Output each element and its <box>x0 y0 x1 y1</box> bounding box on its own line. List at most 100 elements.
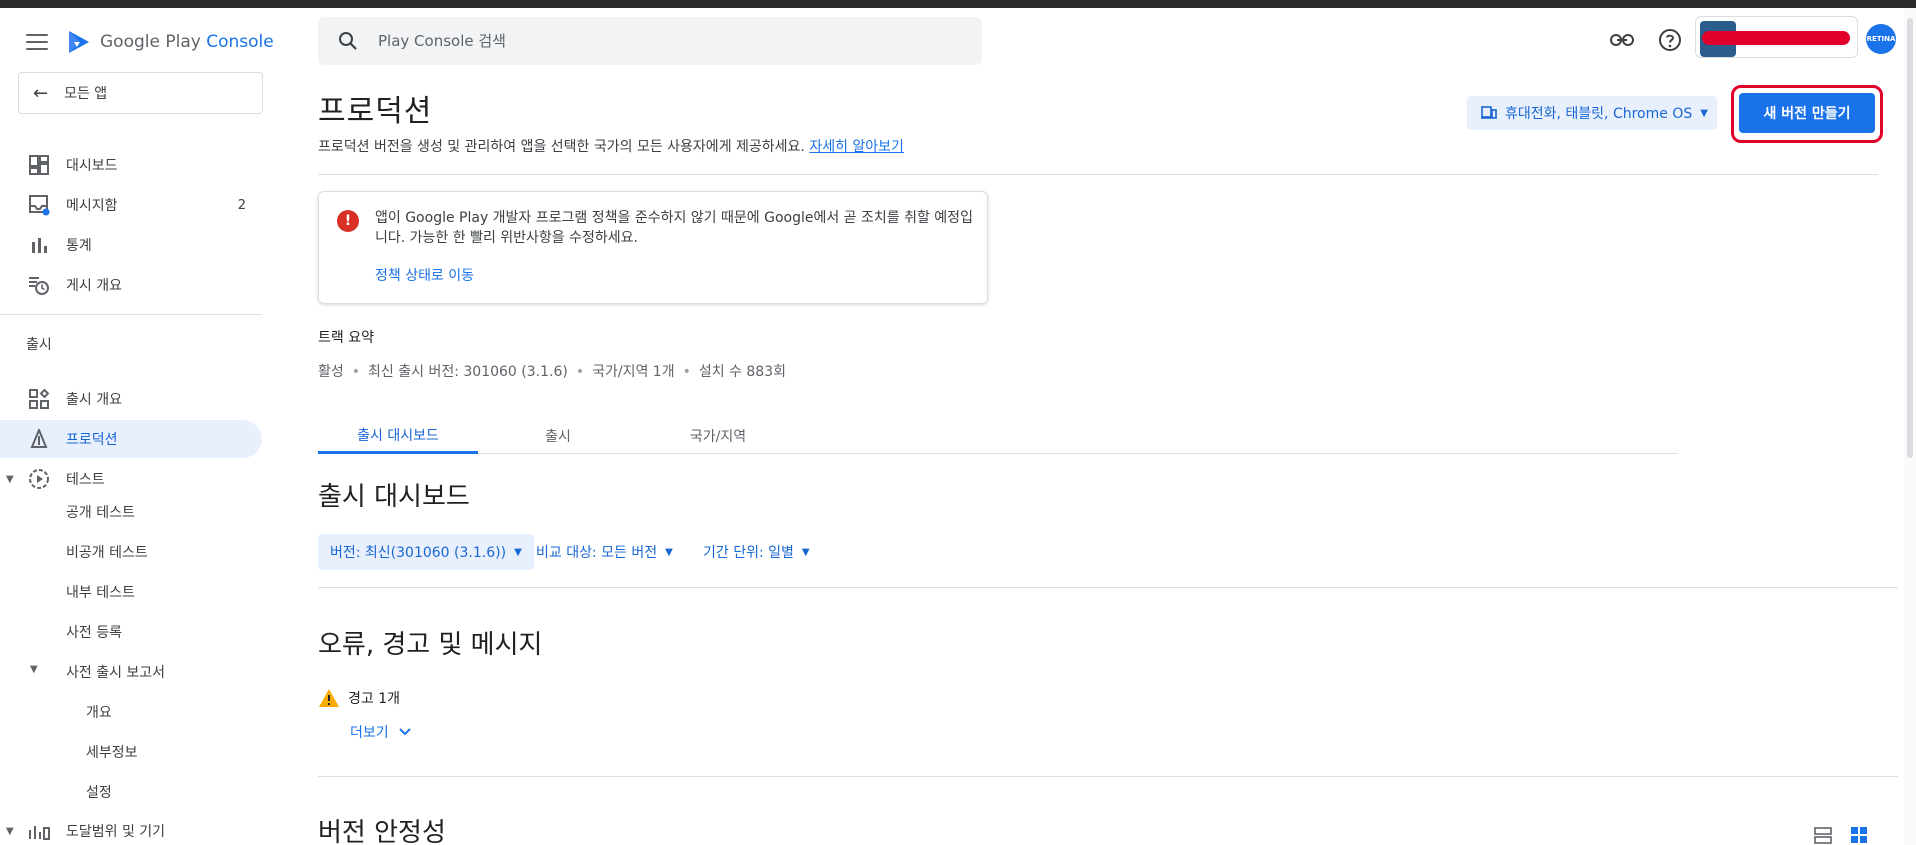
redacted-account-name <box>1702 31 1850 45</box>
sidebar-item-publishing-overview[interactable]: 게시 개요 <box>0 266 262 304</box>
tab-bar: 출시 대시보드 출시 국가/지역 <box>318 418 1678 454</box>
warning-count: 경고 1개 <box>348 691 400 707</box>
page-description: 프로덕션 버전을 생성 및 관리하여 앱을 선택한 국가의 모든 사용자에게 제… <box>318 136 904 156</box>
compare-filter-dropdown[interactable]: 비교 대상: 모든 버전 ▼ <box>536 534 673 570</box>
profile-avatar[interactable]: RETINA <box>1866 24 1896 54</box>
all-apps-label: 모든 앱 <box>64 86 108 102</box>
warning-icon <box>319 689 339 707</box>
reach-devices-icon <box>28 820 50 842</box>
sidebar-item-reach-devices[interactable]: ▼ 도달범위 및 기기 <box>0 812 262 845</box>
device-filter-label: 휴대전화, 태블릿, Chrome OS <box>1505 106 1693 122</box>
expand-caret-icon[interactable]: ▼ <box>6 826 14 837</box>
menu-icon[interactable] <box>26 34 48 50</box>
page-title: 프로덕션 <box>318 94 433 129</box>
chevron-down-icon <box>398 728 411 736</box>
dropdown-caret-icon: ▼ <box>665 546 673 558</box>
inbox-count: 2 <box>237 197 246 213</box>
sidebar-item-prelaunch-overview[interactable]: 개요 <box>86 702 112 722</box>
compare-filter-label: 비교 대상: 모든 버전 <box>536 545 658 561</box>
scrollbar-thumb[interactable] <box>1907 18 1913 458</box>
inbox-icon <box>28 194 50 216</box>
sidebar-item-label: 게시 개요 <box>66 278 122 294</box>
install-count: 설치 수 883회 <box>698 364 786 380</box>
sidebar-item-release-overview[interactable]: 출시 개요 <box>0 380 262 418</box>
tab-countries[interactable]: 국가/지역 <box>638 418 798 454</box>
account-switcher[interactable] <box>1695 16 1858 58</box>
window-top-strip <box>0 0 1916 8</box>
warning-summary: 경고 1개 <box>318 688 400 708</box>
track-status: 활성 <box>318 364 344 380</box>
search-input[interactable] <box>378 32 938 50</box>
show-more-button[interactable]: 더보기 <box>350 722 411 742</box>
header-divider <box>318 174 1878 175</box>
search-bar[interactable] <box>318 17 982 65</box>
tab-releases[interactable]: 출시 <box>478 418 638 454</box>
sidebar-item-label: 도달범위 및 기기 <box>66 824 166 840</box>
expand-caret-icon[interactable]: ▼ <box>6 474 14 485</box>
version-filter-dropdown[interactable]: 버전: 최신(301060 (3.1.6)) ▼ <box>318 534 534 570</box>
sidebar-item-open-testing[interactable]: 공개 테스트 <box>66 502 135 522</box>
sidebar-item-statistics[interactable]: 통계 <box>0 226 262 264</box>
brand: Google Play Console <box>26 28 274 56</box>
sidebar-item-inbox[interactable]: 메시지함 2 <box>0 186 262 224</box>
section-divider <box>318 587 1898 588</box>
create-new-release-button[interactable]: 새 버전 만들기 <box>1739 93 1875 133</box>
bar-chart-icon <box>28 234 50 256</box>
help-icon[interactable] <box>1656 26 1684 54</box>
show-more-label: 더보기 <box>350 725 389 741</box>
learn-more-link[interactable]: 자세히 알아보기 <box>809 139 904 155</box>
sidebar-item-testing[interactable]: ▼ 테스트 <box>0 460 262 498</box>
sidebar-item-internal-testing[interactable]: 내부 테스트 <box>66 582 135 602</box>
sidebar-item-label: 대시보드 <box>66 158 118 174</box>
countries-count: 국가/지역 1개 <box>592 364 675 380</box>
sidebar-item-label: 메시지함 <box>66 198 118 214</box>
sidebar-item-label: 테스트 <box>66 472 105 488</box>
dropdown-caret-icon: ▼ <box>514 546 522 558</box>
release-dashboard-title: 출시 대시보드 <box>318 482 470 512</box>
list-view-icon[interactable] <box>1814 826 1832 844</box>
period-filter-label: 기간 단위: 일별 <box>703 545 794 561</box>
grid-view-icon[interactable] <box>1850 826 1868 844</box>
sidebar-item-label: 출시 개요 <box>66 392 122 408</box>
publishing-overview-icon <box>28 274 50 296</box>
sidebar-item-label: 통계 <box>66 238 92 254</box>
brand-name[interactable]: Google Play Console <box>100 32 274 52</box>
devices-icon <box>1481 106 1497 119</box>
page-scrollbar[interactable] <box>1904 8 1916 845</box>
sidebar-item-closed-testing[interactable]: 비공개 테스트 <box>66 542 148 562</box>
sidebar-item-prelaunch-details[interactable]: 세부정보 <box>86 742 138 762</box>
testing-icon <box>28 468 50 490</box>
sidebar: Google Play Console ← 모든 앱 대시보드 메시지함 2 통… <box>0 8 280 845</box>
link-icon[interactable] <box>1608 26 1636 54</box>
period-filter-dropdown[interactable]: 기간 단위: 일별 ▼ <box>703 534 810 570</box>
search-icon <box>339 32 357 50</box>
section-divider <box>318 776 1898 777</box>
sidebar-divider <box>0 314 262 315</box>
play-console-logo[interactable] <box>66 29 92 55</box>
sidebar-item-prelaunch-settings[interactable]: 설정 <box>86 782 112 802</box>
sidebar-item-pre-registration[interactable]: 사전 등록 <box>66 622 122 642</box>
release-overview-icon <box>28 388 50 410</box>
dropdown-caret-icon: ▼ <box>801 546 810 558</box>
sidebar-item-production[interactable]: 프로덕션 <box>0 420 262 458</box>
production-icon <box>28 428 50 450</box>
policy-alert-card: ! 앱이 Google Play 개발자 프로그램 정책을 준수하지 않기 때문… <box>318 191 988 304</box>
track-summary-label: 트랙 요약 <box>318 330 374 346</box>
prelaunch-caret-icon[interactable]: ▼ <box>30 664 38 675</box>
dropdown-caret-icon: ▼ <box>1700 107 1708 119</box>
tab-release-dashboard[interactable]: 출시 대시보드 <box>318 418 478 454</box>
policy-alert-text: 앱이 Google Play 개발자 프로그램 정책을 준수하지 않기 때문에 … <box>375 210 973 246</box>
sidebar-item-prelaunch-report[interactable]: 사전 출시 보고서 <box>66 662 165 682</box>
description-text: 프로덕션 버전을 생성 및 관리하여 앱을 선택한 국가의 모든 사용자에게 제… <box>318 139 805 155</box>
latest-release: 최신 출시 버전: 301060 (3.1.6) <box>368 364 568 380</box>
sidebar-item-dashboard[interactable]: 대시보드 <box>0 146 262 184</box>
section-release-label: 출시 <box>26 337 52 353</box>
track-meta: 활성 • 최신 출시 버전: 301060 (3.1.6) • 국가/지역 1개 • 설치 … <box>318 364 786 380</box>
error-icon: ! <box>337 210 359 232</box>
policy-status-link[interactable]: 정책 상태로 이동 <box>375 265 474 285</box>
sidebar-item-label: 프로덕션 <box>66 432 118 448</box>
back-arrow-icon: ← <box>33 82 49 104</box>
release-stability-title: 버전 안정성 <box>318 818 446 845</box>
all-apps-button[interactable]: ← 모든 앱 <box>18 72 263 114</box>
device-filter-dropdown[interactable]: 휴대전화, 태블릿, Chrome OS ▼ <box>1467 96 1717 130</box>
